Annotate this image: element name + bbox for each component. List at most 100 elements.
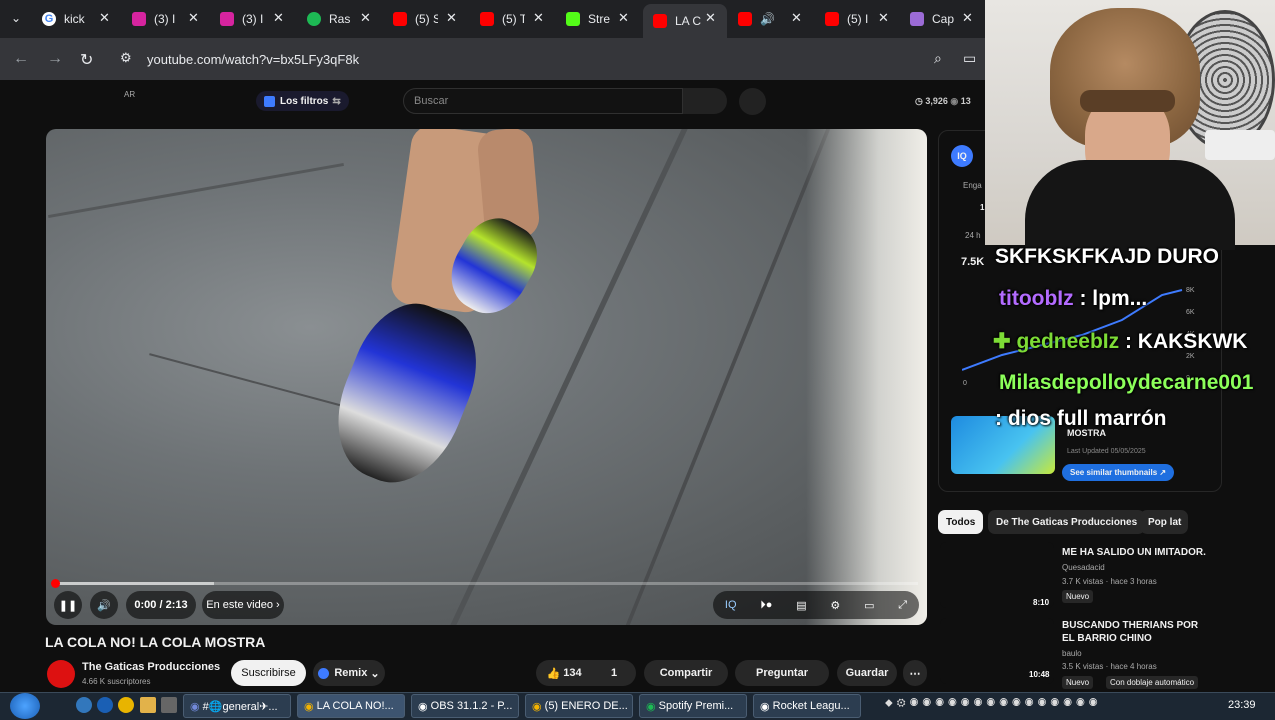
taskbar-obs[interactable]: ◉ OBS 31.1.2 - P...: [411, 694, 519, 718]
stat-value: 3,926: [925, 96, 948, 106]
last-updated: Last Updated 05/05/2025: [1067, 448, 1146, 455]
remix-button[interactable]: Remix ⌄: [313, 660, 385, 686]
tab-label: (3) I: [242, 12, 264, 26]
save-button[interactable]: Guardar: [837, 660, 897, 686]
app-icon[interactable]: [161, 697, 177, 713]
subscriber-count: 4.66 K suscriptores: [82, 677, 151, 686]
taskbar-label: LA COLA NO!...: [316, 700, 394, 712]
close-icon[interactable]: ✕: [188, 10, 199, 26]
tab-youtube-3[interactable]: (5) I: [825, 6, 870, 32]
rec-title[interactable]: ME HA SALIDO UN IMITADOR.: [1062, 546, 1212, 559]
close-icon[interactable]: ✕: [533, 10, 544, 26]
address-bar[interactable]: youtube.com/watch?v=bx5LFy3qF8k: [147, 52, 359, 67]
volume-icon[interactable]: 🔊: [90, 591, 118, 619]
taskbar-label: (5) ENERO DE...: [544, 700, 628, 712]
duration-badge: 10:48: [1029, 670, 1050, 679]
tab-label: (5) S: [415, 12, 438, 26]
chat-badge-icon: ✚: [993, 330, 1011, 353]
voice-search-button[interactable]: [739, 88, 766, 115]
close-icon[interactable]: ✕: [360, 10, 371, 26]
rec-meta: 3.7 K vistas · hace 3 horas: [1062, 577, 1157, 586]
tab-youtube-1[interactable]: (5) S: [393, 6, 438, 32]
start-button[interactable]: [10, 693, 40, 719]
chat-user: Milasdepolloydecarne001: [999, 371, 1254, 394]
chip-channel[interactable]: De The Gaticas Producciones: [988, 510, 1146, 534]
tab-instagram-2[interactable]: (3) I: [220, 6, 270, 32]
subtitles-icon[interactable]: ▤: [796, 599, 806, 612]
close-icon[interactable]: ✕: [99, 10, 110, 26]
jacket: [1025, 160, 1235, 250]
channel-name[interactable]: The Gaticas Producciones: [82, 661, 220, 673]
pause-icon[interactable]: ❚❚: [54, 591, 82, 619]
reload-icon[interactable]: ↻: [80, 50, 93, 70]
close-icon[interactable]: ✕: [618, 10, 629, 26]
chat-user: titoobIz: [999, 287, 1074, 310]
rec-channel: baulo: [1062, 649, 1082, 658]
search-button[interactable]: [683, 88, 727, 114]
close-icon[interactable]: ✕: [878, 10, 889, 26]
system-tray-icons[interactable]: ⬥⚙◉◉◉◉◉◉◉◉◉◉◉◉◉◉◉: [885, 697, 1102, 710]
new-badge: Nuevo: [1062, 590, 1094, 603]
ask-button[interactable]: Preguntar: [735, 660, 829, 686]
close-icon[interactable]: ✕: [273, 10, 284, 26]
tab-youtube-audio[interactable]: 🔊: [738, 6, 783, 32]
similar-thumbnails-button[interactable]: See similar thumbnails ↗: [1062, 464, 1175, 481]
taskbar-label: Spotify Premi...: [658, 700, 734, 712]
site-info-icon[interactable]: ⚙: [120, 50, 132, 66]
tab-instagram-1[interactable]: (3) I: [132, 6, 182, 32]
chip-pop[interactable]: Pop lat: [1140, 510, 1188, 534]
video-player[interactable]: [46, 129, 927, 625]
tab-youtube-2[interactable]: (5) T: [480, 6, 525, 32]
time-display: 0:00 / 2:13: [126, 591, 196, 619]
axis-tick: 6K: [1186, 309, 1195, 316]
chat-message: ✚ gedneebIz : KAKSKWK: [993, 329, 1247, 354]
rec-channel: Quesadacid: [1062, 563, 1105, 572]
webcam-overlay: [985, 0, 1275, 250]
taskbar-chrome-2[interactable]: ◉ (5) ENERO DE...: [525, 694, 633, 718]
rec-title[interactable]: BUSCANDO THERIANS POR EL BARRIO CHINO: [1062, 619, 1212, 645]
settings-icon[interactable]: ⚙: [830, 599, 840, 612]
forward-icon[interactable]: →: [47, 50, 63, 68]
chip-all[interactable]: Todos: [938, 510, 984, 534]
share-button[interactable]: Compartir: [644, 660, 728, 686]
edge-icon[interactable]: [76, 697, 92, 713]
progress-scrubber[interactable]: [51, 579, 60, 588]
channel-avatar[interactable]: [47, 660, 75, 688]
fullscreen-icon[interactable]: ⤢: [898, 599, 907, 612]
close-icon[interactable]: ✕: [962, 10, 973, 26]
subscribe-button[interactable]: Suscribirse: [231, 660, 306, 686]
eye-icon: ◉: [950, 96, 959, 106]
autoplay-toggle-icon[interactable]: ⏵●: [760, 599, 772, 612]
taskbar-spotify[interactable]: ◉ Spotify Premi...: [639, 694, 747, 718]
tab-capcut[interactable]: Cap: [910, 6, 960, 32]
tab-label: Cap: [932, 12, 955, 26]
obs-icon: ◉: [418, 700, 431, 713]
tab-kick-stream[interactable]: Stre: [566, 6, 616, 32]
vidiq-icon[interactable]: IQ: [951, 145, 973, 167]
taskbar-rocket-league[interactable]: ◉ Rocket Leagu...: [753, 694, 861, 718]
miniplayer-icon[interactable]: ▭: [864, 599, 874, 612]
progress-buffered: [54, 582, 214, 585]
close-icon[interactable]: ✕: [705, 10, 716, 26]
back-icon[interactable]: ←: [13, 50, 29, 68]
close-icon[interactable]: ✕: [446, 10, 457, 26]
search-input[interactable]: Buscar: [403, 88, 683, 114]
folder-icon[interactable]: [140, 697, 156, 713]
dislike-count: 1: [610, 667, 618, 679]
cast-icon[interactable]: ▭: [963, 50, 976, 67]
vidiq-stats: ◷ 3,926 ◉ 13: [915, 96, 971, 106]
more-options-button[interactable]: ⋯: [903, 660, 927, 686]
filters-button[interactable]: Los filtros ⇆: [256, 91, 349, 111]
zoom-icon[interactable]: ⌕: [934, 50, 942, 67]
tab-search-chevron-icon[interactable]: ⌄: [11, 11, 21, 25]
like-button[interactable]: 👍 134: [536, 660, 592, 686]
tab-spotify[interactable]: Ras: [307, 6, 357, 32]
vidiq-icon[interactable]: IQ: [725, 599, 737, 611]
taskbar-chrome-active[interactable]: ◉ LA COLA NO!...: [297, 694, 405, 718]
close-icon[interactable]: ✕: [791, 10, 802, 26]
dislike-button[interactable]: 1: [592, 660, 636, 686]
chrome-icon[interactable]: [118, 697, 134, 713]
ie-icon[interactable]: [97, 697, 113, 713]
chapter-button[interactable]: En este video ›: [202, 591, 284, 619]
taskbar-discord[interactable]: ◉ #🌐general✈...: [183, 694, 291, 718]
